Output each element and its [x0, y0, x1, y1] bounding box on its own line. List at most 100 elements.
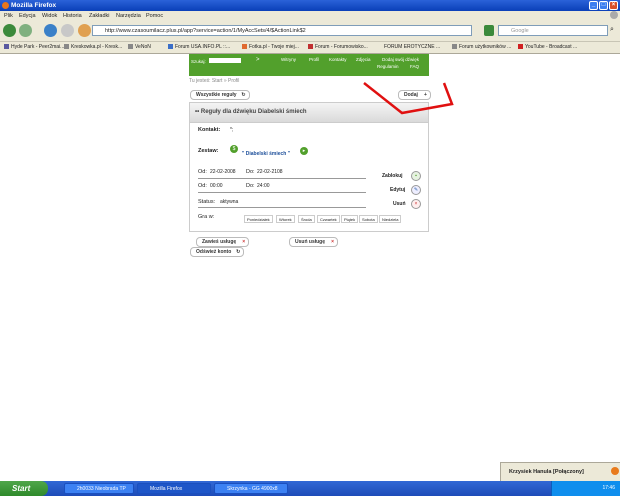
messenger-status-bar: Krzysiek Hanula [Połączony]: [500, 462, 620, 481]
bookmark-icon: [128, 44, 133, 50]
all-rules-button[interactable]: Wszystkie reguły ↻: [190, 90, 250, 100]
refresh-account-button[interactable]: Odśwież konto ↻: [190, 247, 245, 257]
close-button[interactable]: ×: [609, 1, 618, 10]
menu-history[interactable]: Historia: [63, 13, 82, 19]
set-label: Zestaw:: [198, 148, 219, 154]
stop-icon[interactable]: [61, 24, 74, 37]
refresh-icon: ↻: [241, 92, 246, 98]
nav-link-witryny[interactable]: Witryny: [281, 57, 296, 62]
contact-label: Kontakt:: [198, 127, 221, 133]
menu-bookmarks[interactable]: Zakładki: [89, 13, 109, 19]
forward-arrow-icon[interactable]: [19, 24, 32, 37]
nav-link-dodaj-dzwiek[interactable]: Dodaj swój dźwięk: [382, 57, 419, 62]
nav-link-profil[interactable]: Profil: [309, 57, 319, 62]
nav-link-kontakty[interactable]: Kontakty: [329, 57, 347, 62]
start-button[interactable]: Start: [0, 481, 48, 496]
breadcrumb: Tu jesteś: Start » Profil: [189, 78, 240, 84]
to-time-value: 24:00: [257, 183, 270, 189]
menu-edit[interactable]: Edycja: [19, 13, 36, 19]
status-label: Status:: [198, 199, 216, 205]
window-title-bar: Mozilla Firefox _ □ ×: [0, 0, 620, 11]
to-date-value: 22-02-2108: [257, 169, 283, 175]
go-arrow-icon[interactable]: [484, 25, 494, 36]
menu-bar: Plik Edycja Widok Historia Zakładki Narz…: [0, 11, 620, 21]
delete-x-icon[interactable]: ×: [411, 199, 421, 209]
day-thursday[interactable]: Czwartek: [317, 215, 340, 223]
minimize-button[interactable]: _: [589, 1, 598, 10]
site-search-label: Szukaj:: [191, 59, 206, 64]
menu-tools[interactable]: Narzędzia: [116, 13, 141, 19]
from-time-label: Od:: [198, 183, 207, 189]
system-tray: 17:46: [551, 481, 620, 496]
plus-icon: +: [423, 92, 427, 98]
bookmark-item[interactable]: Forum - Forumowisko...: [308, 44, 368, 50]
block-label[interactable]: Zablokuj: [382, 173, 403, 179]
menu-view[interactable]: Widok: [42, 13, 57, 19]
add-button[interactable]: Dodaj +: [398, 90, 431, 100]
reload-icon[interactable]: [44, 24, 57, 37]
bookmark-item[interactable]: Kreskowka.pl - Kresk...: [64, 44, 122, 50]
days-label: Gra w:: [198, 214, 215, 220]
bookmark-icon: [242, 44, 247, 50]
taskbar-item[interactable]: Skrzynka - GG 4900x8: [214, 483, 288, 494]
edit-label[interactable]: Edytuj: [390, 187, 405, 193]
bookmark-item[interactable]: Forum USA.INFO.PL ::...: [168, 44, 230, 50]
throbber-icon: [610, 11, 618, 19]
refresh-account-label: Odśwież konto: [196, 249, 232, 255]
menu-file[interactable]: Plik: [4, 13, 13, 19]
search-magnifier-icon[interactable]: ⌕: [610, 26, 614, 34]
back-arrow-icon[interactable]: [3, 24, 16, 37]
site-search-input[interactable]: [209, 58, 241, 63]
clock[interactable]: 17:46: [602, 485, 615, 491]
nav-link-faq[interactable]: FAQ: [410, 64, 419, 69]
contact-value: *;: [230, 127, 234, 133]
day-saturday[interactable]: Sobota: [359, 215, 378, 223]
suspend-service-label: Zawieś usługę: [202, 239, 237, 245]
lock-icon[interactable]: ▪: [411, 171, 421, 181]
menu-help[interactable]: Pomoc: [146, 13, 163, 19]
play-icon[interactable]: ▸: [300, 147, 308, 155]
sound-icon: $: [230, 145, 238, 153]
day-friday[interactable]: Piątek: [341, 215, 359, 223]
bookmark-item[interactable]: YouTube - Broadcast ...: [518, 44, 577, 50]
delete-service-label: Usuń usługę: [295, 239, 326, 245]
status-value: aktywna: [220, 199, 239, 205]
from-time-value: 00:00: [210, 183, 223, 189]
nav-link-zdjecia[interactable]: Zdjęcia: [356, 57, 371, 62]
nav-link-regulamin[interactable]: Regulamin: [377, 64, 399, 69]
from-date-label: Od:: [198, 169, 207, 175]
bookmark-item[interactable]: Hyde Park - Peer2mai...: [4, 44, 64, 50]
day-monday[interactable]: Poniedziałek: [244, 215, 273, 223]
site-search-go[interactable]: >: [256, 57, 260, 63]
divider: [198, 192, 366, 193]
bookmark-icon: [64, 44, 69, 50]
url-field[interactable]: http://www.czasoumilacz.plus.pl/app?serv…: [92, 25, 472, 36]
bookmark-item[interactable]: FORUM EROTYCZNE ...: [384, 44, 440, 50]
bookmarks-toolbar: Hyde Park - Peer2mai... Kreskowka.pl - K…: [0, 42, 620, 54]
day-sunday[interactable]: Niedziela: [379, 215, 402, 223]
bookmark-item[interactable]: Forum użytkowników ...: [452, 44, 511, 50]
delete-label[interactable]: Usuń: [393, 201, 406, 207]
bookmark-item[interactable]: Fotka.pl - Twoje miej...: [242, 44, 299, 50]
delete-service-button[interactable]: Usuń usługę ×: [289, 237, 339, 247]
taskbar-item[interactable]: 2h0033 Nieobrada TP: [64, 483, 134, 494]
pencil-icon[interactable]: ✎: [411, 185, 421, 195]
panel-header: •• Reguły dla dźwięku Diabelski śmiech: [190, 103, 428, 123]
panel-title: •• Reguły dla dźwięku Diabelski śmiech: [195, 109, 307, 115]
search-field[interactable]: Google: [498, 25, 608, 36]
bookmark-item[interactable]: VeNoN: [128, 44, 151, 50]
taskbar-item-active[interactable]: Mozilla Firefox: [137, 483, 211, 494]
gg-status-icon[interactable]: [611, 467, 619, 475]
youtube-icon: [518, 44, 523, 50]
to-time-label: Do:: [246, 183, 255, 189]
maximize-button[interactable]: □: [599, 1, 608, 10]
home-icon[interactable]: [78, 24, 91, 37]
day-tuesday[interactable]: Wtorek: [276, 215, 295, 223]
divider: [198, 178, 366, 179]
suspend-service-button[interactable]: Zawieś usługę ×: [196, 237, 250, 247]
set-value[interactable]: " Diabelski śmiech ": [242, 151, 290, 157]
bookmark-icon: [452, 44, 457, 50]
user-status[interactable]: Krzysiek Hanula [Połączony]: [509, 469, 584, 475]
day-wednesday[interactable]: Środa: [298, 215, 315, 223]
to-date-label: Do:: [246, 169, 255, 175]
